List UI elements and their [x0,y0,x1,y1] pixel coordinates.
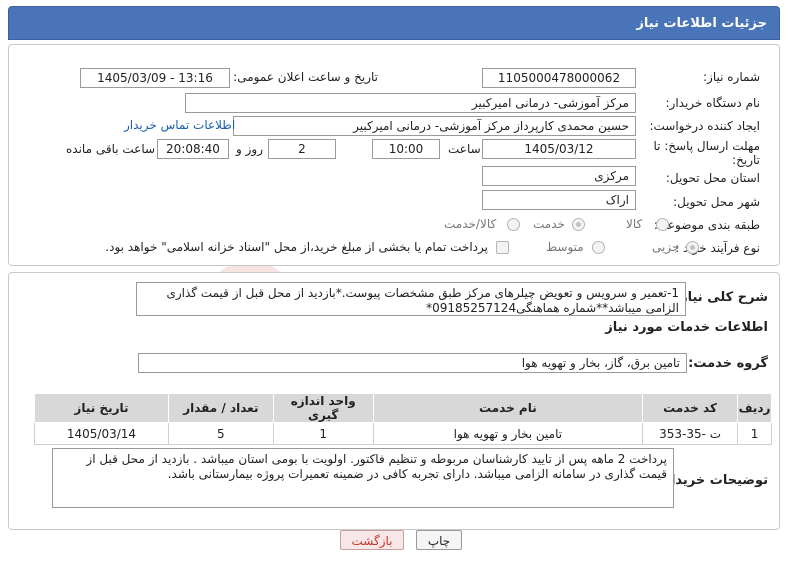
page-header: جزئیات اطلاعات نیاز [8,6,780,40]
print-button[interactable]: چاپ [416,530,462,550]
col-need-date: تاریخ نیاز [34,393,169,423]
category-goods-label: کالا [626,217,643,231]
announce-datetime-field: 1405/03/09 - 13:16 [80,68,230,88]
col-quantity: تعداد / مقدار [167,393,274,423]
category-goods-service-label: کالا/خدمت [444,217,497,231]
treasury-payment-note: پرداخت تمام یا بخشی از مبلغ خرید،از محل … [105,240,488,254]
need-number-field: 1105000478000062 [482,68,636,88]
category-service-label: خدمت [533,217,565,231]
service-group-field: تامین برق، گاز، بخار و تهویه هوا [138,353,687,373]
remaining-time-field: 20:08:40 [157,139,229,159]
col-unit: واحد اندازه گیری [272,393,374,423]
services-table-header: ردیف کد خدمت نام خدمت واحد اندازه گیری ت… [34,393,772,423]
remaining-days-field: 2 [268,139,336,159]
buyer-org-field: مرکز آموزشی- درمانی امیرکبیر [185,93,636,113]
treasury-payment-checkbox[interactable] [496,241,509,254]
need-number-label: شماره نیاز: [703,70,760,84]
cell-row: 1 [737,422,772,445]
table-row: 1 ت -35-353 تامین بخار و تهویه هوا 1 5 1… [34,422,772,445]
category-radio-service[interactable] [572,218,585,231]
summary-textarea: 1-تعمیر و سرویس و تعویض چیلرهای مرکز طبق… [136,282,686,316]
province-label: استان محل تحویل: [665,171,760,185]
city-label: شهر محل تحویل: [673,195,760,209]
cell-unit: 1 [272,422,374,445]
buyer-notes-textarea: پرداخت 2 ماهه پس از تایید کارشناسان مربو… [52,448,674,508]
col-service-name: نام خدمت [372,393,644,423]
services-section-title: اطلاعات خدمات مورد نیاز [605,320,768,335]
cell-need-date: 1405/03/14 [34,422,169,445]
creator-label: ایجاد کننده درخواست: [649,119,760,133]
summary-label: شرح کلی نیاز: [674,290,768,305]
buyer-org-label: نام دستگاه خریدار: [665,96,761,110]
cell-service-code: ت -35-353 [642,422,739,445]
service-group-label: گروه خدمت: [688,356,768,371]
province-field: مرکزی [482,166,636,186]
deadline-date-field: 1405/03/12 [482,139,636,159]
purchase-radio-partial[interactable] [686,241,699,254]
cell-quantity: 5 [167,422,274,445]
remaining-days-label: روز و [236,142,263,156]
deadline-label: مهلت ارسال پاسخ: تا [653,139,760,153]
purchase-partial-label: جزیی [652,240,680,254]
creator-field: حسین محمدی کارپرداز مرکز آموزشی- درمانی … [233,116,636,136]
col-service-code: کد خدمت [642,393,739,423]
services-table: ردیف کد خدمت نام خدمت واحد اندازه گیری ت… [34,393,772,445]
buyer-contact-link[interactable]: اطلاعات تماس خریدار [124,118,235,132]
remaining-time-label: ساعت باقی مانده [66,142,156,156]
city-field: اراک [482,190,636,210]
deadline-time-field: 10:00 [372,139,440,159]
category-label: طبقه بندی موضوعی: [653,218,760,232]
col-row: ردیف [737,393,772,423]
buyer-notes-label: توضیحات خریدار: [658,473,768,488]
purchase-radio-medium[interactable] [592,241,605,254]
back-button[interactable]: بازگشت [340,530,404,550]
purchase-medium-label: متوسط [546,240,584,254]
category-radio-goods-service[interactable] [507,218,520,231]
cell-service-name: تامین بخار و تهویه هوا [372,422,644,445]
announce-label: تاریخ و ساعت اعلان عمومی: [233,70,378,84]
category-radio-goods[interactable] [656,218,669,231]
deadline-time-label: ساعت [448,142,481,156]
deadline-date-label: تاریخ: [732,153,760,167]
